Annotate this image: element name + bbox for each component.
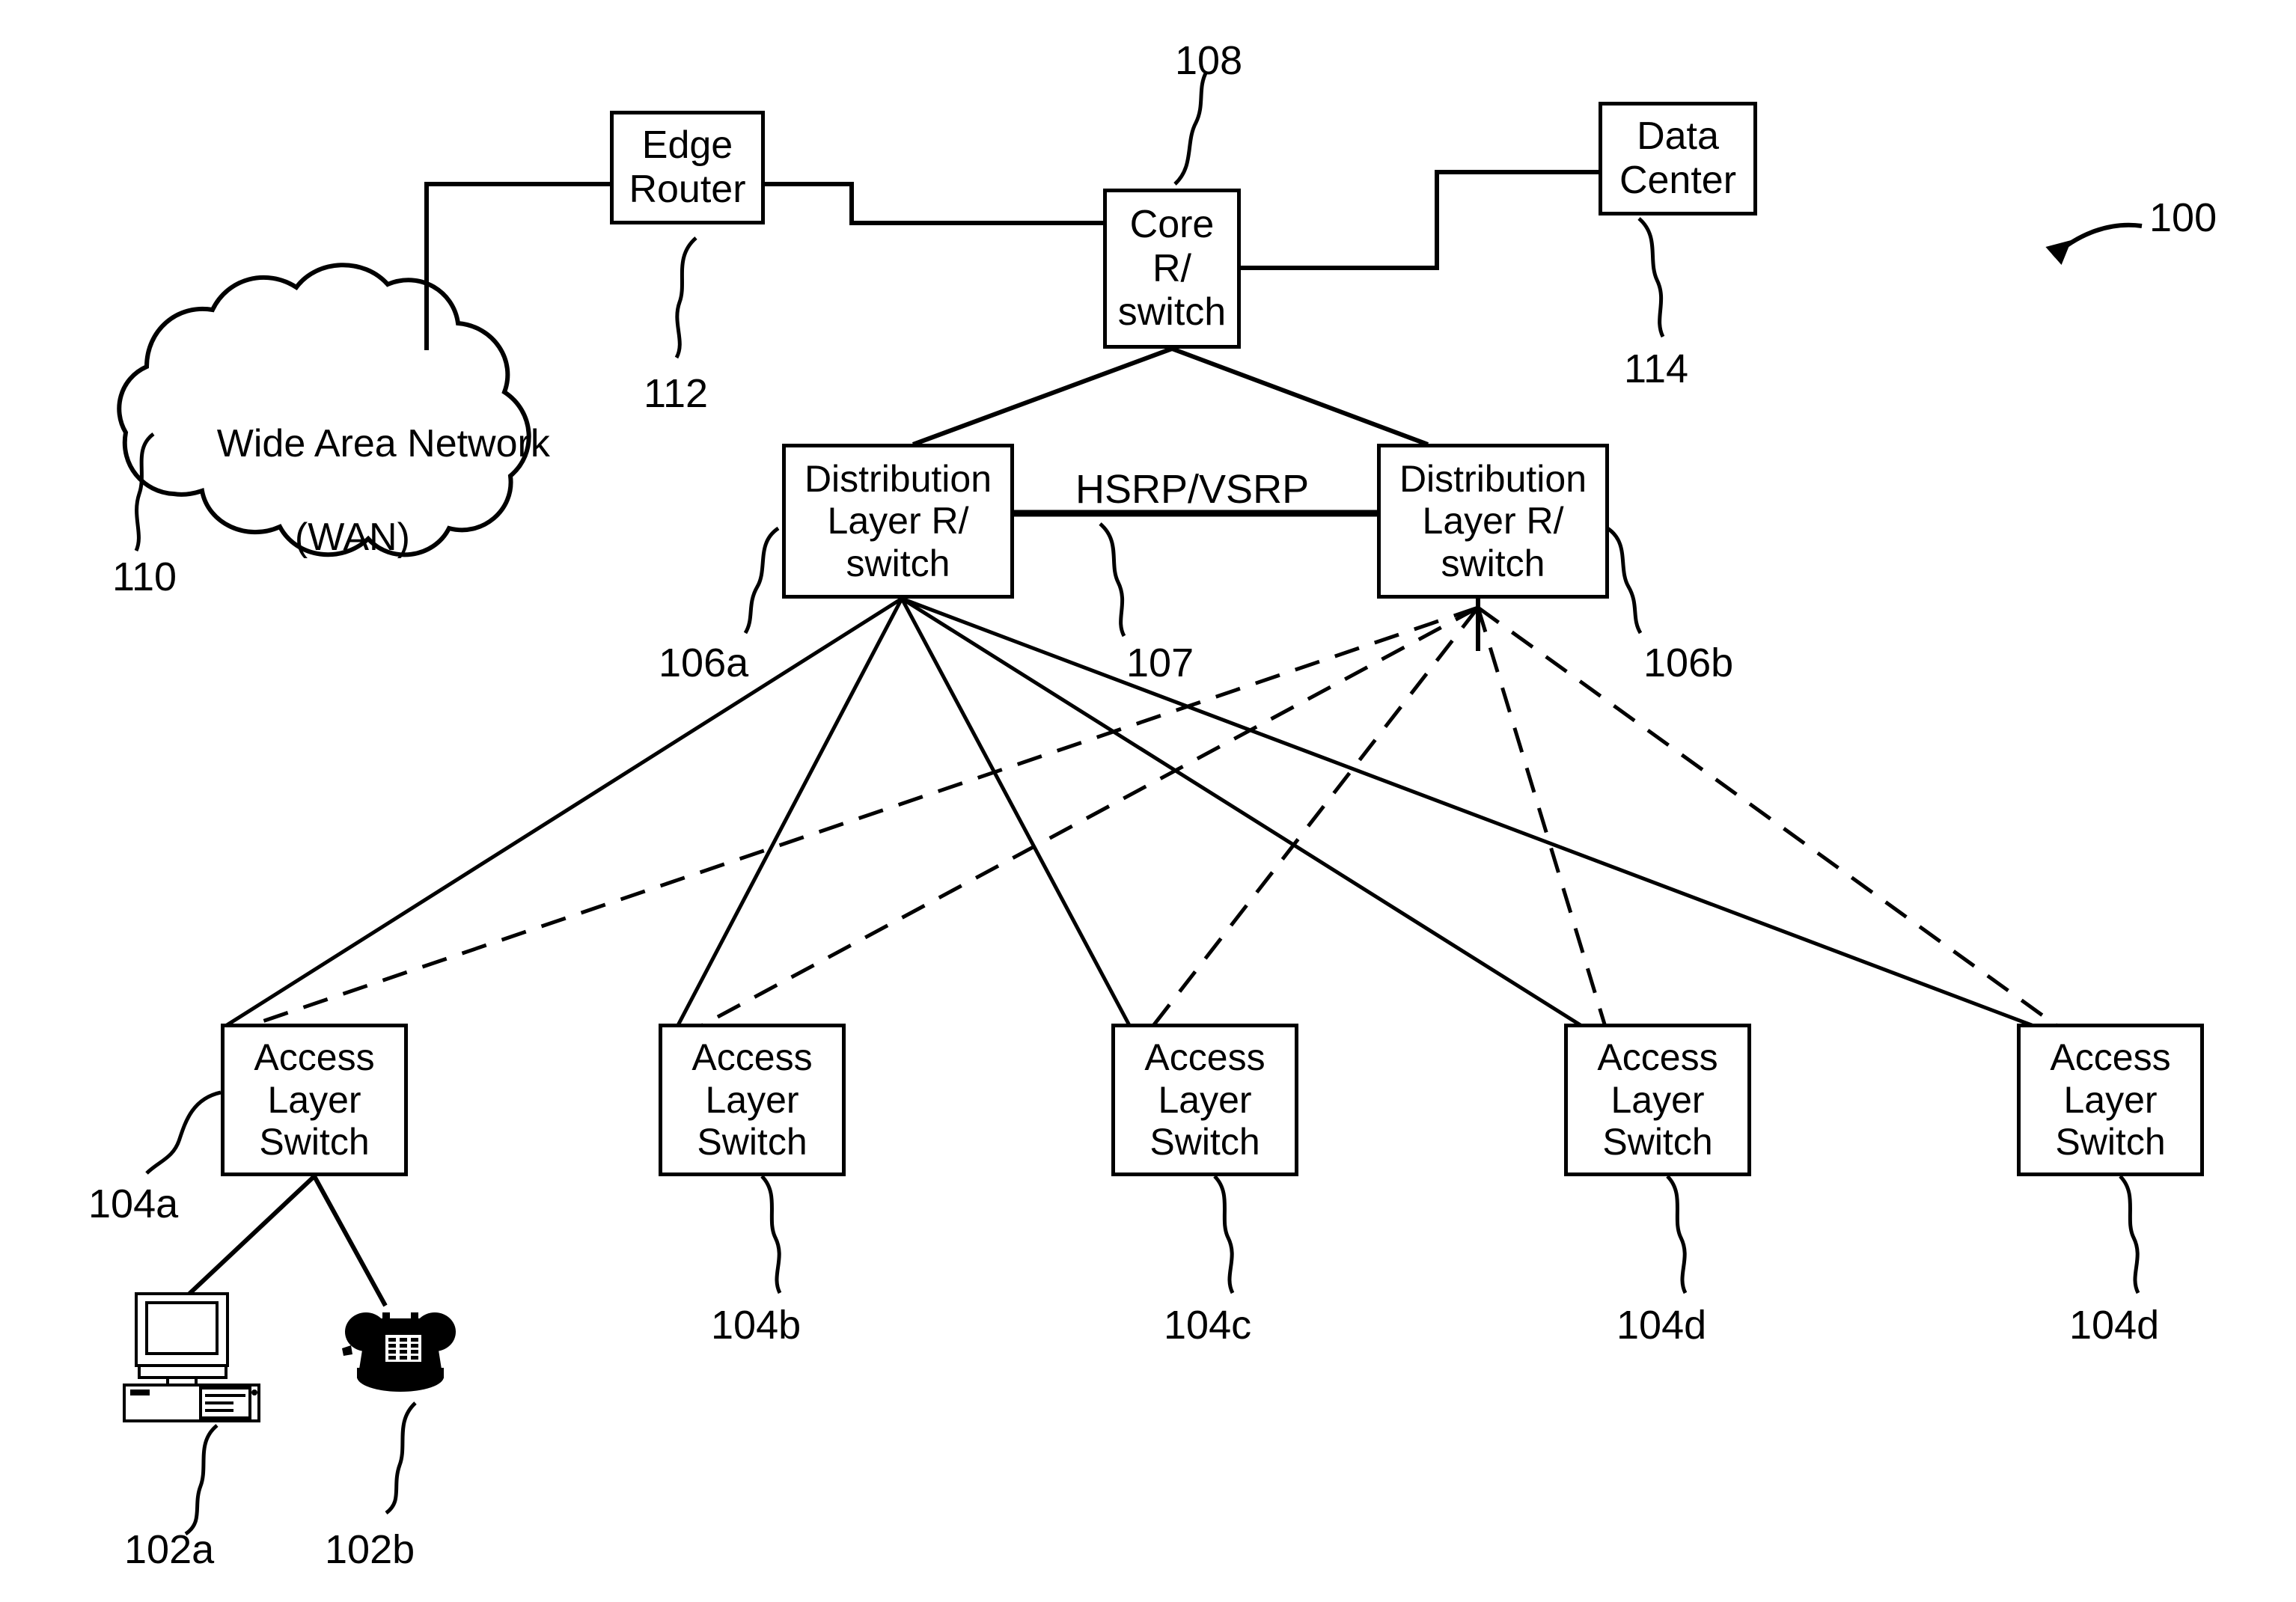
ref-label-104b: 104b xyxy=(711,1303,802,1348)
node-access-switch-1[interactable]: Access Layer Switch xyxy=(221,1024,408,1176)
node-edge-router[interactable]: Edge Router xyxy=(610,111,765,224)
node-distribution-switch-b[interactable]: Distribution Layer R/ switch xyxy=(1377,444,1609,599)
dist-a-label-line2: Layer R/ xyxy=(827,500,969,542)
figure-canvas: Edge Router Core R/ switch Data Center D… xyxy=(0,0,2296,1602)
ref-label-102a: 102a xyxy=(124,1527,215,1572)
wan-label-line1: Wide Area Network xyxy=(216,422,550,466)
ref-label-110: 110 xyxy=(112,554,177,599)
data-center-label-line1: Data xyxy=(1637,114,1719,159)
hsrp-vsrp-label: HSRP/VSRP xyxy=(1075,467,1310,512)
core-switch-label-line3: switch xyxy=(1117,290,1227,334)
dist-b-label-line3: switch xyxy=(1441,542,1545,584)
desk-telephone-icon xyxy=(341,1302,460,1407)
core-switch-label-line1: Core xyxy=(1129,202,1215,246)
node-access-switch-4[interactable]: Access Layer Switch xyxy=(1564,1024,1751,1176)
edge-router-label-line2: Router xyxy=(629,168,746,211)
access-1-label-line1: Access xyxy=(254,1036,375,1079)
node-core-switch[interactable]: Core R/ switch xyxy=(1103,189,1241,349)
edge-router-label-line1: Edge xyxy=(641,123,733,168)
node-distribution-switch-a[interactable]: Distribution Layer R/ switch xyxy=(782,444,1014,599)
ref-label-100: 100 xyxy=(2149,195,2217,240)
ref-label-102b: 102b xyxy=(325,1527,415,1572)
wan-label-line2: (WAN) xyxy=(294,516,410,560)
ref-label-104c: 104c xyxy=(1164,1303,1252,1348)
access-3-label-line3: Switch xyxy=(1149,1121,1260,1164)
access-2-label-line1: Access xyxy=(691,1036,813,1079)
dist-a-label-line3: switch xyxy=(846,542,950,584)
node-access-switch-2[interactable]: Access Layer Switch xyxy=(659,1024,846,1176)
wan-cloud-label: Wide Area Network (WAN) xyxy=(174,374,550,608)
node-access-switch-3[interactable]: Access Layer Switch xyxy=(1111,1024,1298,1176)
ref-label-104a: 104a xyxy=(88,1181,179,1226)
dist-b-label-line2: Layer R/ xyxy=(1422,500,1564,542)
node-data-center[interactable]: Data Center xyxy=(1599,102,1757,215)
ref-label-114: 114 xyxy=(1624,346,1689,391)
node-access-switch-5[interactable]: Access Layer Switch xyxy=(2017,1024,2204,1176)
access-4-label-line1: Access xyxy=(1597,1036,1718,1079)
access-5-label-line2: Layer xyxy=(2063,1078,2158,1121)
access-4-label-line3: Switch xyxy=(1602,1121,1713,1164)
access-1-label-line2: Layer xyxy=(267,1078,361,1121)
ref-label-108: 108 xyxy=(1175,38,1243,83)
access-5-label-line1: Access xyxy=(2050,1036,2171,1079)
desktop-computer-icon xyxy=(120,1291,269,1433)
access-5-label-line3: Switch xyxy=(2055,1121,2166,1164)
ref-label-112: 112 xyxy=(644,371,709,416)
ref-label-106b: 106b xyxy=(1643,641,1734,685)
data-center-label-line2: Center xyxy=(1619,159,1737,202)
core-switch-label-line2: R/ xyxy=(1152,246,1191,290)
access-2-label-line3: Switch xyxy=(697,1121,807,1164)
dist-a-label-line1: Distribution xyxy=(804,457,992,500)
access-3-label-line1: Access xyxy=(1144,1036,1265,1079)
ref-label-107: 107 xyxy=(1126,641,1194,685)
access-2-label-line2: Layer xyxy=(705,1078,799,1121)
access-1-label-line3: Switch xyxy=(259,1121,370,1164)
dist-b-label-line1: Distribution xyxy=(1399,457,1587,500)
access-3-label-line2: Layer xyxy=(1158,1078,1252,1121)
ref-label-104d-first: 104d xyxy=(1616,1303,1707,1348)
ref-label-106a: 106a xyxy=(659,641,749,685)
access-4-label-line2: Layer xyxy=(1610,1078,1705,1121)
ref-label-104d-second: 104d xyxy=(2069,1303,2160,1348)
